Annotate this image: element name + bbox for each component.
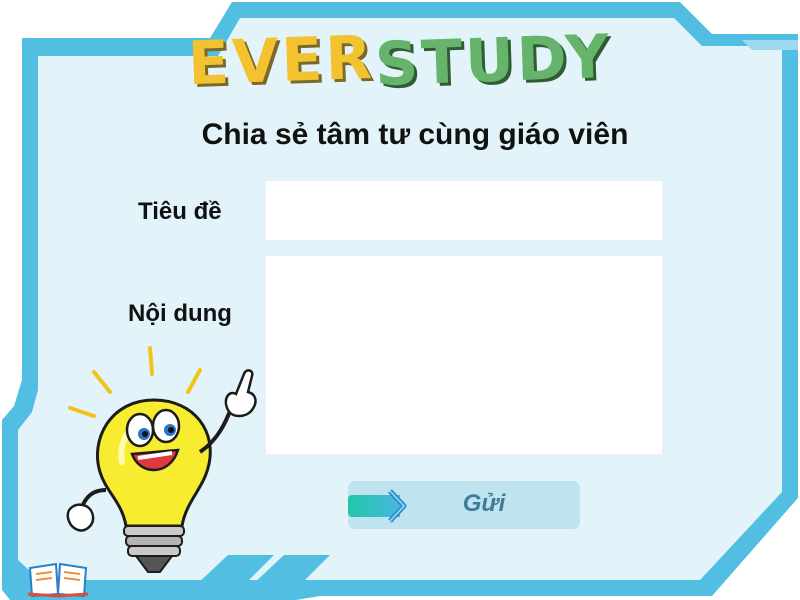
title-input[interactable] [266, 181, 662, 240]
page-title: Chia sẻ tâm tư cùng giáo viên [201, 118, 629, 151]
content-label: Nội dung [128, 300, 232, 327]
content-textarea[interactable] [266, 256, 662, 454]
everstudy-logo: EVERSTUDY [0, 22, 800, 100]
logo-ever-text: EVER [187, 22, 377, 100]
lightbulb-mascot-icon [66, 346, 257, 573]
title-label: Tiêu đề [138, 198, 222, 225]
open-book-icon [27, 562, 89, 598]
send-button[interactable]: Gửi [348, 481, 580, 529]
chevron-right-icon [388, 489, 407, 523]
send-button-label: Gửi [462, 490, 506, 517]
logo-study-text: STUDY [373, 21, 613, 101]
